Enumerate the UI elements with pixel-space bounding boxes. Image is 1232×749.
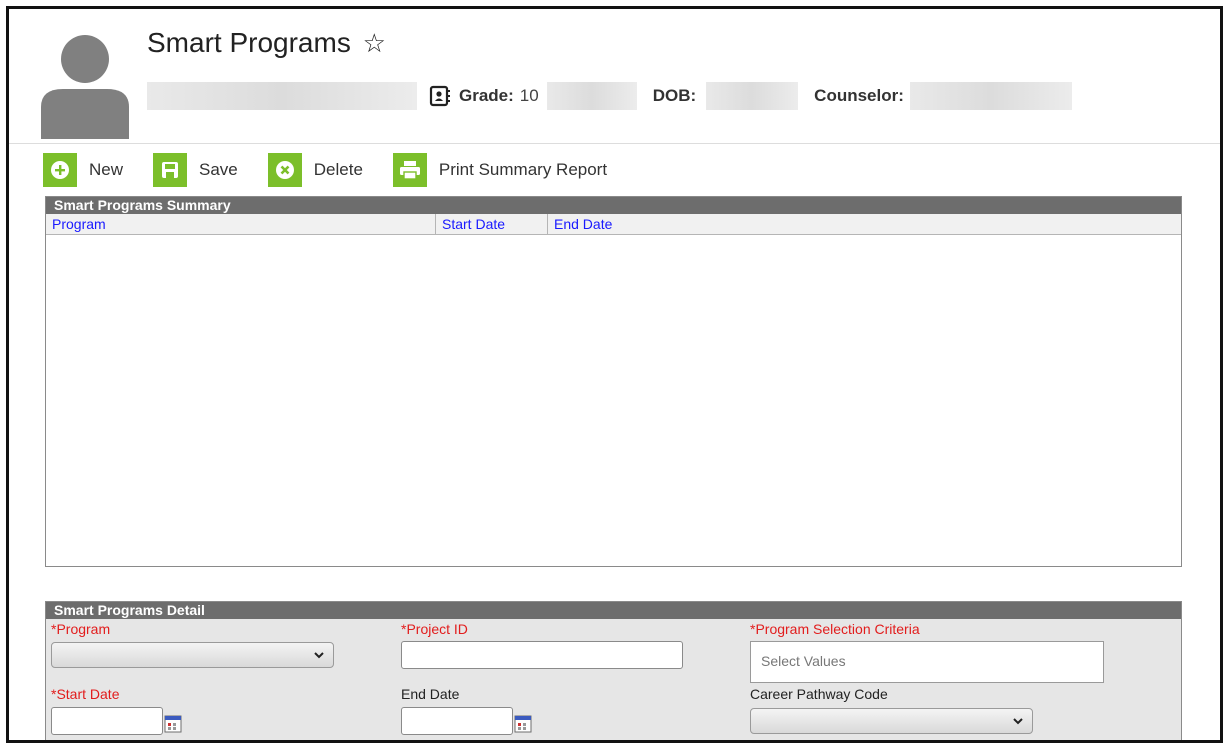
- chevron-down-icon: [1012, 711, 1024, 734]
- criteria-placeholder: Select Values: [761, 653, 846, 669]
- end-date-label: End Date: [401, 686, 460, 702]
- new-button[interactable]: New: [43, 153, 123, 187]
- delete-button[interactable]: Delete: [267, 153, 363, 187]
- column-header-program[interactable]: Program: [46, 214, 436, 234]
- start-date-label: *Start Date: [51, 686, 120, 702]
- dob-label: DOB:: [652, 86, 697, 105]
- program-label: *Program: [51, 621, 111, 637]
- new-button-label: New: [89, 160, 124, 179]
- student-header: Smart Programs ☆ Grade: 10 DOB: Counselo…: [9, 9, 1220, 144]
- print-icon: [392, 153, 427, 187]
- detail-panel: Smart Programs Detail *Program *Project …: [45, 601, 1182, 740]
- column-header-start-date[interactable]: Start Date: [436, 214, 548, 234]
- career-pathway-code-label: Career Pathway Code: [750, 686, 888, 702]
- project-id-input[interactable]: [401, 641, 683, 669]
- save-button-label: Save: [199, 160, 238, 179]
- grade-label: Grade:: [459, 86, 514, 105]
- add-icon: [43, 153, 77, 187]
- column-header-end-date[interactable]: End Date: [548, 214, 1181, 234]
- summary-panel: Smart Programs Summary Program Start Dat…: [45, 196, 1182, 567]
- delete-button-label: Delete: [313, 160, 363, 179]
- window: Smart Programs ☆ Grade: 10 DOB: Counselo…: [6, 6, 1223, 743]
- page-title: Smart Programs ☆: [147, 27, 386, 59]
- summary-list-area: [46, 235, 1181, 555]
- calendar-icon[interactable]: [164, 715, 182, 733]
- chevron-down-icon: [313, 645, 325, 668]
- print-summary-report-button[interactable]: Print Summary Report: [392, 153, 608, 187]
- save-icon: [153, 153, 188, 187]
- counselor-redacted: [909, 82, 1072, 110]
- program-select[interactable]: [51, 642, 334, 668]
- grade-value: 10: [519, 86, 539, 105]
- student-name-redacted: [147, 82, 417, 110]
- summary-panel-title: Smart Programs Summary: [46, 197, 1181, 214]
- avatar: [41, 35, 129, 139]
- calendar-icon[interactable]: [514, 715, 532, 733]
- start-date-input[interactable]: [51, 707, 163, 735]
- detail-panel-title: Smart Programs Detail: [46, 602, 1181, 619]
- project-id-label: *Project ID: [401, 621, 468, 637]
- contact-card-icon[interactable]: [429, 85, 451, 107]
- program-selection-criteria-multiselect[interactable]: Select Values: [750, 641, 1104, 683]
- save-button[interactable]: Save: [153, 153, 238, 187]
- print-summary-report-label: Print Summary Report: [438, 160, 608, 179]
- student-info-row: Grade: 10 DOB: Counselor:: [147, 81, 1072, 111]
- dob-redacted: [706, 82, 799, 110]
- career-pathway-code-select[interactable]: [750, 708, 1033, 734]
- grade-detail-redacted: [546, 82, 637, 110]
- star-icon[interactable]: ☆: [363, 28, 386, 58]
- end-date-input[interactable]: [401, 707, 513, 735]
- summary-column-headers: Program Start Date End Date: [46, 214, 1181, 235]
- counselor-label: Counselor:: [814, 86, 904, 105]
- program-selection-criteria-label: *Program Selection Criteria: [750, 621, 920, 637]
- page-title-text: Smart Programs: [147, 27, 351, 58]
- action-toolbar: New Save Delete Print Summary Report: [43, 152, 637, 188]
- delete-icon: [267, 153, 302, 187]
